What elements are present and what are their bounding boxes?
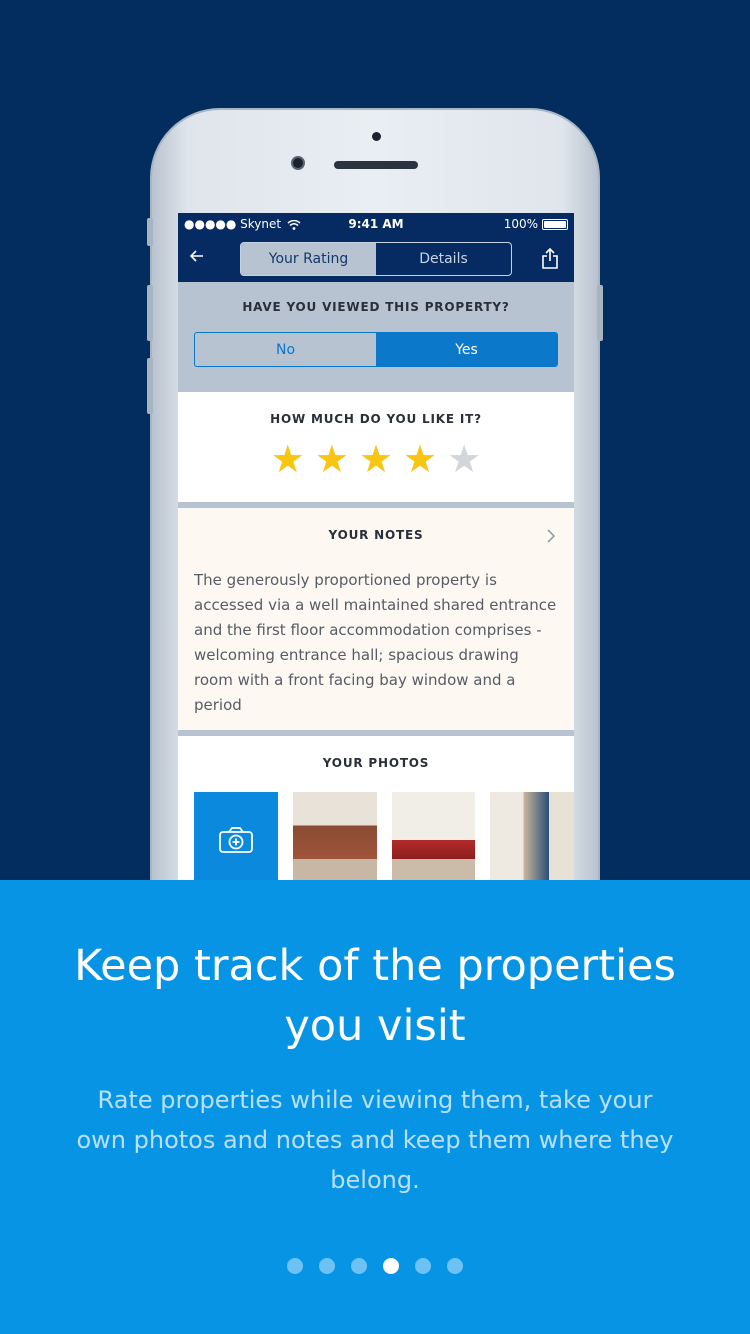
status-bar: ●●●●● Skynet 9:41 AM 100% bbox=[178, 213, 574, 235]
viewed-no-button[interactable]: No bbox=[195, 333, 376, 366]
mute-switch bbox=[147, 218, 153, 246]
tab-details[interactable]: Details bbox=[376, 243, 511, 275]
page-dot[interactable] bbox=[287, 1258, 303, 1274]
app-screen: ●●●●● Skynet 9:41 AM 100% Your Rating De… bbox=[178, 213, 574, 880]
front-camera bbox=[291, 156, 305, 170]
add-photo-button[interactable] bbox=[194, 792, 278, 880]
speaker bbox=[334, 161, 418, 169]
onboarding-headline: Keep track of the properties you visit bbox=[74, 941, 676, 1051]
page-dot[interactable] bbox=[351, 1258, 367, 1274]
photos-card: YOUR PHOTOS bbox=[178, 736, 574, 880]
notes-text: The generously proportioned property is … bbox=[194, 571, 557, 714]
viewed-question: HAVE YOU VIEWED THIS PROPERTY? bbox=[242, 300, 510, 314]
segmented-control: Your Rating Details bbox=[240, 242, 512, 276]
page-dot[interactable] bbox=[447, 1258, 463, 1274]
star-icon[interactable]: ★ bbox=[359, 440, 393, 478]
rating-question: HOW MUCH DO YOU LIKE IT? bbox=[270, 412, 482, 426]
camera-plus-icon bbox=[218, 827, 253, 853]
tab-your-rating[interactable]: Your Rating bbox=[241, 243, 376, 275]
star-icon[interactable]: ★ bbox=[315, 440, 349, 478]
viewed-toggle: No Yes bbox=[194, 332, 558, 367]
share-icon bbox=[542, 247, 558, 269]
back-arrow-icon bbox=[189, 250, 203, 262]
star-icon[interactable]: ★ bbox=[271, 440, 305, 478]
chevron-right-icon bbox=[547, 528, 556, 547]
property-photo[interactable] bbox=[391, 792, 476, 880]
viewed-yes-button[interactable]: Yes bbox=[376, 333, 557, 366]
photo-strip bbox=[178, 792, 574, 880]
power-button bbox=[597, 285, 603, 341]
page-indicator bbox=[0, 1258, 750, 1274]
notes-title: YOUR NOTES bbox=[328, 528, 424, 542]
star-icon[interactable]: ★ bbox=[403, 440, 437, 478]
sensor bbox=[372, 132, 381, 141]
nav-bar: Your Rating Details bbox=[178, 235, 574, 282]
page-dot[interactable] bbox=[319, 1258, 335, 1274]
battery-icon bbox=[542, 218, 568, 230]
volume-down-button bbox=[147, 358, 153, 414]
property-photo[interactable] bbox=[490, 792, 574, 880]
onboarding-panel: Keep track of the properties you visit R… bbox=[0, 880, 750, 1334]
volume-up-button bbox=[147, 285, 153, 341]
page-dot[interactable] bbox=[415, 1258, 431, 1274]
property-photo[interactable] bbox=[292, 792, 377, 880]
battery-indicator: 100% bbox=[504, 217, 568, 231]
photos-title: YOUR PHOTOS bbox=[322, 756, 430, 770]
back-button[interactable] bbox=[189, 247, 204, 268]
share-button[interactable] bbox=[542, 247, 558, 273]
onboarding-subtext: Rate properties while viewing them, take… bbox=[76, 1086, 674, 1194]
viewed-section: HAVE YOU VIEWED THIS PROPERTY? No Yes bbox=[178, 282, 574, 390]
rating-card: HOW MUCH DO YOU LIKE IT? ★ ★ ★ ★ ★ bbox=[178, 390, 574, 502]
page-dot[interactable] bbox=[383, 1258, 399, 1274]
star-icon[interactable]: ★ bbox=[447, 440, 481, 478]
star-rating: ★ ★ ★ ★ ★ bbox=[178, 440, 574, 478]
notes-card[interactable]: YOUR NOTES The generously proportioned p… bbox=[178, 508, 574, 730]
